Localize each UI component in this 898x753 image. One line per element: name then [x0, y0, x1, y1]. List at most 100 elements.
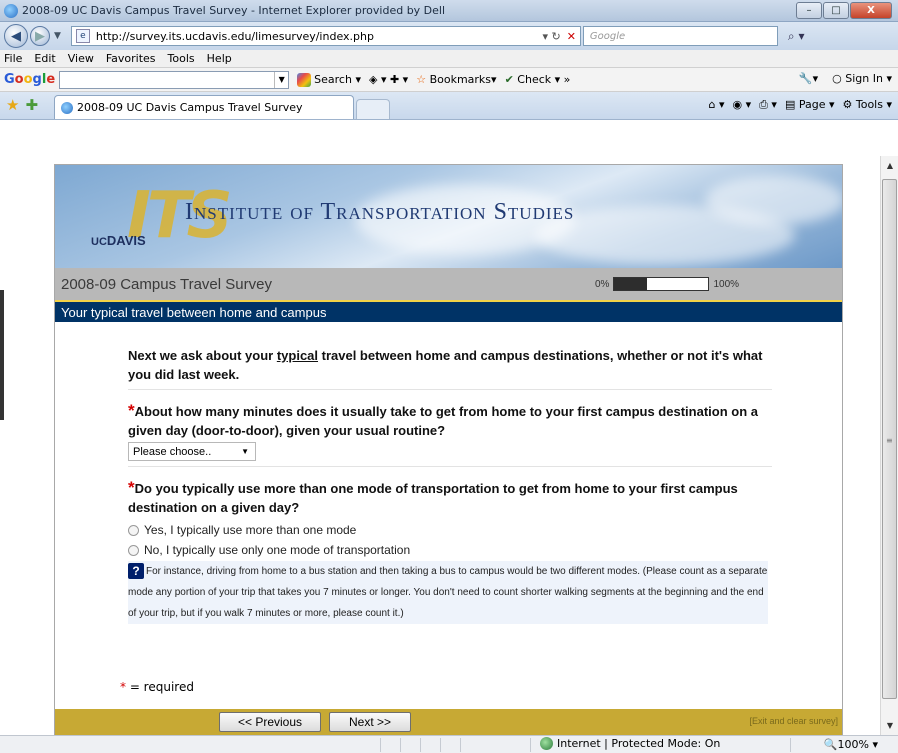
- help-box: ? For instance, driving from home to a bu…: [128, 561, 768, 624]
- google-search-label: Search: [314, 73, 352, 86]
- menu-help[interactable]: Help: [207, 52, 232, 65]
- menu-bar: File Edit View Favorites Tools Help: [0, 50, 898, 68]
- progress-track: [613, 277, 710, 291]
- menu-tools[interactable]: Tools: [168, 52, 195, 65]
- toolbar-icons[interactable]: ◈ ▾ ✚ ▾: [369, 73, 408, 86]
- google-toolbar: Google ▼ Search ▾ ◈ ▾ ✚ ▾ ☆ Bookmarks ▾ ✔…: [0, 68, 898, 92]
- question-1-text: About how many minutes does it usually t…: [128, 404, 758, 438]
- chevron-down-icon[interactable]: ▼: [274, 71, 288, 88]
- zoom-level: 100%: [837, 738, 869, 751]
- minimize-button[interactable]: –: [796, 2, 822, 19]
- scroll-up-icon[interactable]: ▲: [881, 158, 898, 174]
- question-2-text: Do you typically use more than one mode …: [128, 481, 738, 515]
- its-banner: ITS UCDAVIS Institute of Transportation …: [55, 165, 842, 268]
- feeds-icon[interactable]: ◉ ▾: [732, 98, 751, 112]
- favorites-star-icon[interactable]: ★: [6, 96, 19, 119]
- menu-file[interactable]: File: [4, 52, 22, 65]
- required-marker: *: [128, 478, 135, 497]
- maximize-button[interactable]: □: [823, 2, 849, 19]
- progress-min-label: 0%: [595, 278, 610, 290]
- new-tab-button[interactable]: [356, 99, 391, 119]
- tab-row: ★ ✚ 2008-09 UC Davis Campus Travel Surve…: [0, 92, 898, 120]
- search-input[interactable]: Google: [582, 26, 778, 46]
- tab-ie-icon: [61, 101, 74, 114]
- check-button[interactable]: ✔ Check ▾ »: [505, 73, 571, 86]
- address-url[interactable]: http://survey.its.ucdavis.edu/limesurvey…: [96, 30, 543, 43]
- progress-fill: [614, 278, 648, 290]
- radio-button[interactable]: [128, 544, 139, 556]
- add-favorites-icon[interactable]: ✚: [25, 96, 38, 119]
- survey-frame: ITS UCDAVIS Institute of Transportation …: [54, 164, 843, 736]
- tab-label: 2008-09 UC Davis Campus Travel Survey: [77, 101, 303, 114]
- history-dropdown-icon[interactable]: ▼: [54, 31, 61, 41]
- exit-survey-link[interactable]: [Exit and clear survey]: [749, 716, 838, 726]
- tools-menu-label: Tools: [855, 98, 883, 111]
- its-logo: ITS UCDAVIS: [87, 175, 233, 253]
- toolbar-right: 🔧▾ ○ Sign In ▾: [799, 72, 892, 85]
- address-tools: ▾ ↻ ✕: [542, 29, 576, 43]
- progress-indicator: 0% 100%: [595, 277, 739, 291]
- close-button[interactable]: X: [850, 2, 892, 19]
- sign-in-button[interactable]: ○ Sign In ▾: [832, 72, 892, 85]
- option-multi-mode[interactable]: Yes, I typically use more than one mode: [128, 523, 772, 537]
- zoom-control[interactable]: 🔍100% ▾: [824, 738, 878, 751]
- tools-menu[interactable]: ⚙ Tools ▾: [843, 98, 893, 112]
- security-zone-label: Internet | Protected Mode: On: [557, 737, 721, 750]
- google-search-button[interactable]: Search ▾: [297, 72, 361, 87]
- scroll-down-icon[interactable]: ▼: [881, 718, 898, 734]
- institute-name: Institute of Transportation Studies: [185, 199, 575, 225]
- required-marker: *: [128, 401, 135, 420]
- search-icon[interactable]: ⌕ ▾: [788, 29, 805, 44]
- radio-button[interactable]: [128, 524, 139, 536]
- back-button[interactable]: ◀: [4, 24, 28, 48]
- ie-icon: [4, 3, 18, 18]
- option-single-mode-label[interactable]: No, I typically use only one mode of tra…: [144, 543, 410, 557]
- stop-icon[interactable]: ✕: [567, 30, 576, 43]
- window-titlebar: 2008-09 UC Davis Campus Travel Survey - …: [0, 0, 898, 22]
- forward-button[interactable]: ▶: [30, 26, 50, 46]
- more-chevron-icon[interactable]: »: [564, 73, 571, 86]
- menu-favorites[interactable]: Favorites: [106, 52, 156, 65]
- globe-icon: [540, 737, 553, 750]
- survey-footer: << Previous Next >> [Exit and clear surv…: [55, 709, 842, 735]
- print-icon[interactable]: ⎙ ▾: [759, 98, 777, 112]
- command-bar: ⌂ ▾ ◉ ▾ ⎙ ▾ ▤ Page ▾ ⚙ Tools ▾: [708, 98, 892, 112]
- option-multi-mode-label[interactable]: Yes, I typically use more than one mode: [144, 523, 356, 537]
- spellcheck-icon: ✔: [504, 73, 514, 86]
- bookmarks-button[interactable]: ☆ Bookmarks ▾: [416, 73, 496, 86]
- survey-title-bar: 2008-09 Campus Travel Survey 0% 100%: [55, 268, 842, 300]
- window-controls: – □ X: [795, 2, 892, 19]
- vertical-scrollbar[interactable]: ▲ ≡ ▼: [880, 156, 898, 736]
- scroll-grip-icon: ≡: [886, 436, 893, 445]
- question-2: *Do you typically use more than one mode…: [128, 478, 772, 517]
- menu-edit[interactable]: Edit: [34, 52, 55, 65]
- status-bar: Internet | Protected Mode: On 🔍100% ▾: [0, 735, 898, 753]
- minutes-select[interactable]: Please choose.. ▼: [128, 442, 256, 461]
- menu-view[interactable]: View: [68, 52, 94, 65]
- page-menu-label: Page: [798, 98, 826, 111]
- wrench-icon[interactable]: 🔧▾: [799, 72, 818, 85]
- help-icon: ?: [128, 563, 144, 580]
- next-button[interactable]: Next >>: [329, 712, 411, 732]
- bookmark-star-icon: ☆: [416, 73, 427, 86]
- help-text: For instance, driving from home to a bus…: [128, 566, 768, 619]
- question-area: Next we ask about your typical travel be…: [55, 346, 842, 624]
- check-label: Check: [517, 73, 552, 86]
- intro-text: Next we ask about your typical travel be…: [128, 346, 772, 390]
- refresh-icon[interactable]: ↻: [551, 30, 560, 43]
- security-zone[interactable]: Internet | Protected Mode: On: [540, 737, 720, 750]
- required-note: * = required: [120, 680, 194, 694]
- window-edge: [0, 290, 4, 420]
- section-header: Your typical travel between home and cam…: [55, 300, 842, 322]
- google-logo: Google: [4, 72, 56, 87]
- address-bar[interactable]: e http://survey.its.ucdavis.edu/limesurv…: [70, 26, 581, 46]
- google-search-input[interactable]: ▼: [59, 70, 290, 89]
- tab-survey[interactable]: 2008-09 UC Davis Campus Travel Survey: [54, 95, 355, 119]
- home-icon[interactable]: ⌂ ▾: [708, 98, 724, 112]
- ucdavis-logo: UCDAVIS: [91, 233, 146, 248]
- previous-button[interactable]: << Previous: [219, 712, 321, 732]
- google-search-icon: [297, 72, 312, 87]
- chevron-down-icon: ▼: [241, 447, 249, 456]
- page-menu[interactable]: ▤ Page ▾: [785, 98, 835, 112]
- option-single-mode[interactable]: No, I typically use only one mode of tra…: [128, 543, 772, 557]
